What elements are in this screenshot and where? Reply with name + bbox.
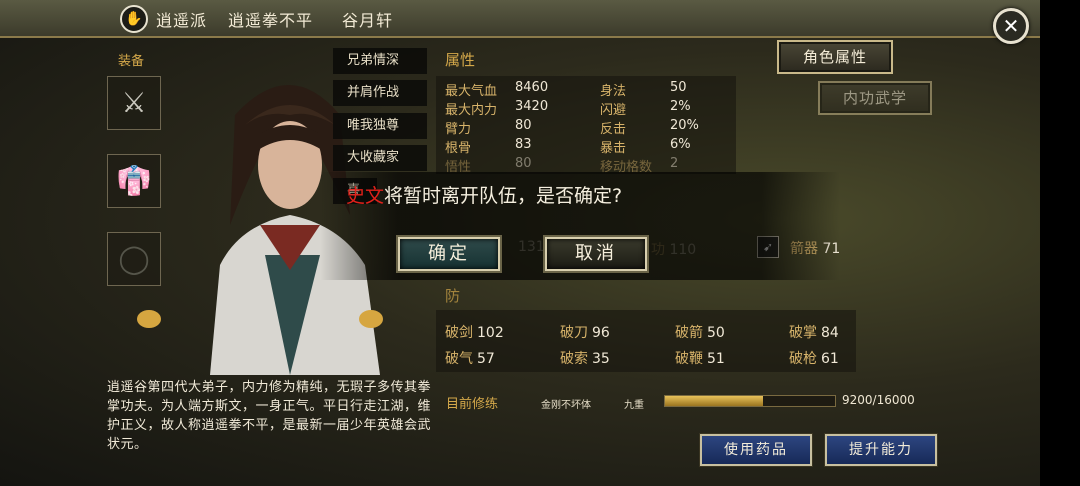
cultivation-level: 九重 (624, 400, 644, 411)
attributes-title: 属性 (445, 51, 476, 69)
screen-edge (1040, 0, 1080, 486)
resist-6: 破索 35 (560, 351, 610, 367)
cancel-button[interactable]: 取消 (545, 237, 647, 271)
right-ornament-icon (359, 310, 383, 328)
defense-title: 防 (445, 287, 461, 305)
cultivation-progress-bar (664, 395, 836, 407)
close-button[interactable]: ✕ (993, 8, 1029, 44)
attr-row-1-left: 最大气血 8460 (445, 80, 549, 99)
equipment-title: 装备 (118, 54, 145, 69)
attr-row-2-left: 最大内力 3420 (445, 99, 549, 118)
resist-1: 破剑 102 (445, 325, 504, 341)
bond-item-4[interactable]: 大收藏家 (333, 145, 427, 171)
tab-character-attributes[interactable]: 角色属性 (777, 40, 893, 74)
cultivation-progress-text: 9200/16000 (842, 393, 915, 407)
resist-2: 破刀 96 (560, 325, 610, 341)
cultivation-progress-fill (665, 396, 763, 406)
dialog-message: 史文将暂时离开队伍，是否确定? (346, 181, 622, 208)
top-bar: ✋ 逍遥派 逍遥拳不平 谷月轩 (0, 0, 1040, 38)
character-name: 谷月轩 (342, 11, 394, 30)
attr-row-2-right: 闪避 2% (600, 99, 691, 118)
resist-8: 破枪 61 (789, 351, 839, 367)
dialog-message-text: 将暂时离开队伍，是否确定? (384, 185, 623, 207)
character-screen: ✋ 逍遥派 逍遥拳不平 谷月轩 ✕ 装备 ⚔ 👘 ◯ 兄弟情深 并肩作战 唯我独… (0, 0, 1040, 486)
tab-internal-skills[interactable]: 内功武学 (818, 81, 932, 115)
bond-item-1[interactable]: 兄弟情深 (333, 48, 427, 74)
attr-row-4-right: 暴击 6% (600, 137, 691, 156)
sect-emblem-icon: ✋ (120, 5, 148, 33)
improve-ability-button[interactable]: 提升能力 (825, 434, 937, 466)
cultivation-label: 目前修练 (446, 397, 499, 412)
resist-4: 破掌 84 (789, 325, 839, 341)
bond-item-2[interactable]: 并肩作战 (333, 80, 427, 106)
attr-row-3-left: 臂力 80 (445, 118, 532, 137)
resist-5: 破气 57 (445, 351, 495, 367)
sect-name: 逍遥派 (156, 11, 208, 30)
dialog-character-name: 史文 (346, 185, 385, 207)
resist-3: 破箭 50 (675, 325, 725, 341)
attr-row-3-right: 反击 20% (600, 118, 699, 137)
confirm-button[interactable]: 确定 (398, 237, 500, 271)
character-description: 逍遥谷第四代大弟子，内力修为精纯，无瑕子多传其拳掌功夫。为人端方斯文，一身正气。… (107, 380, 432, 452)
character-title: 逍遥拳不平 (228, 11, 314, 30)
bond-item-3[interactable]: 唯我独尊 (333, 113, 427, 139)
cultivation-skill: 金刚不坏体 (541, 400, 591, 411)
left-ornament-icon (137, 310, 161, 328)
use-medicine-button[interactable]: 使用药品 (700, 434, 812, 466)
resist-7: 破鞭 51 (675, 351, 725, 367)
attr-row-4-left: 根骨 83 (445, 137, 532, 156)
attr-row-1-right: 身法 50 (600, 80, 687, 99)
